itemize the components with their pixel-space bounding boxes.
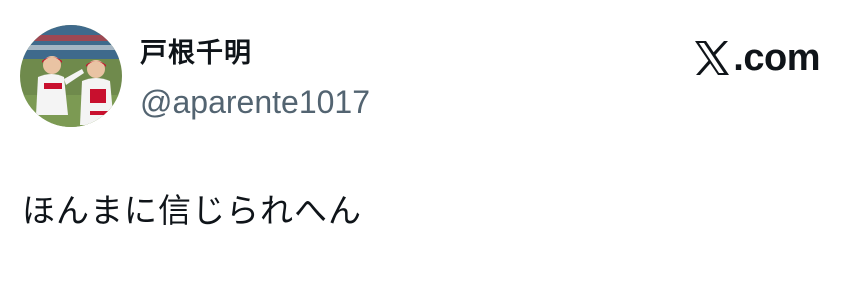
avatar[interactable]: [20, 25, 122, 127]
author-handle[interactable]: @aparente1017: [140, 82, 370, 122]
brand-domain-text: .com: [733, 37, 820, 79]
brand-logo: .com: [693, 36, 820, 80]
tweet-text: ほんまに信じられへん: [22, 191, 362, 230]
author-display-name[interactable]: 戸根千明: [140, 36, 252, 72]
avatar-image: [20, 25, 122, 127]
x-logo-icon: [695, 41, 730, 75]
